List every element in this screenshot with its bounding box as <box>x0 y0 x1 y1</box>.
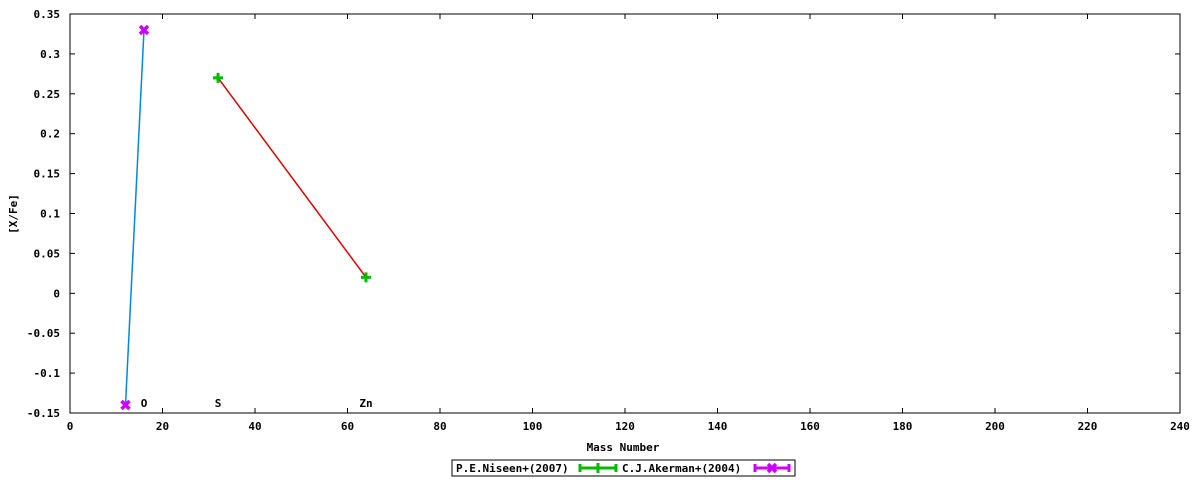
x-tick-label: 120 <box>615 420 635 433</box>
series-line <box>124 29 145 406</box>
legend: P.E.Niseen+(2007) C.J.Akerman+(2004) <box>451 459 796 477</box>
y-tick-label: 0.3 <box>40 48 60 61</box>
y-tick-label: -0.15 <box>27 407 60 420</box>
y-tick-label: 0.15 <box>34 168 61 181</box>
x-tick-label: 160 <box>800 420 820 433</box>
y-tick-label: 0.1 <box>40 208 60 221</box>
y-tick-label: 0.25 <box>34 88 61 101</box>
element-label: Zn <box>359 397 372 410</box>
element-label: S <box>215 397 222 410</box>
chart-svg: 0 20 40 60 80 100 120 140 160 180 200 220 240 -0.15 -0… <box>7 8 1190 477</box>
element-labels-layer: O S Zn <box>141 397 373 410</box>
chart-container: 0 20 40 60 80 100 120 140 160 180 200 220 240 -0.15 -0… <box>0 0 1200 480</box>
x-tick-label: 140 <box>708 420 728 433</box>
x-axis-label: Mass Number <box>587 441 660 454</box>
ticks-layer: 0 20 40 60 80 100 120 140 160 180 200 220 240 -0.15 -0… <box>27 8 1190 433</box>
series-layer <box>120 24 371 411</box>
x-tick-label: 20 <box>156 420 169 433</box>
x-tick-label: 40 <box>248 420 261 433</box>
legend-label: P.E.Niseen+(2007) <box>456 462 569 475</box>
y-tick-label: 0.05 <box>34 247 61 260</box>
y-tick-label: 0 <box>53 287 60 300</box>
x-tick-label: 240 <box>1170 420 1190 433</box>
series-line <box>217 77 367 278</box>
x-tick-label: 220 <box>1078 420 1098 433</box>
y-tick-label: 0.2 <box>40 128 60 141</box>
plot-frame <box>69 13 1181 414</box>
x-tick-label: 180 <box>893 420 913 433</box>
y-axis-label: [X/Fe] <box>7 194 20 234</box>
x-tick-label: 200 <box>985 420 1005 433</box>
y-tick-label: -0.1 <box>34 367 61 380</box>
element-label: O <box>141 397 148 410</box>
legend-label: C.J.Akerman+(2004) <box>622 462 741 475</box>
x-tick-label: 0 <box>67 420 74 433</box>
x-tick-label: 60 <box>341 420 354 433</box>
y-tick-label: -0.05 <box>27 327 60 340</box>
y-tick-label: 0.35 <box>34 8 61 21</box>
x-tick-label: 80 <box>433 420 446 433</box>
x-tick-label: 100 <box>523 420 543 433</box>
